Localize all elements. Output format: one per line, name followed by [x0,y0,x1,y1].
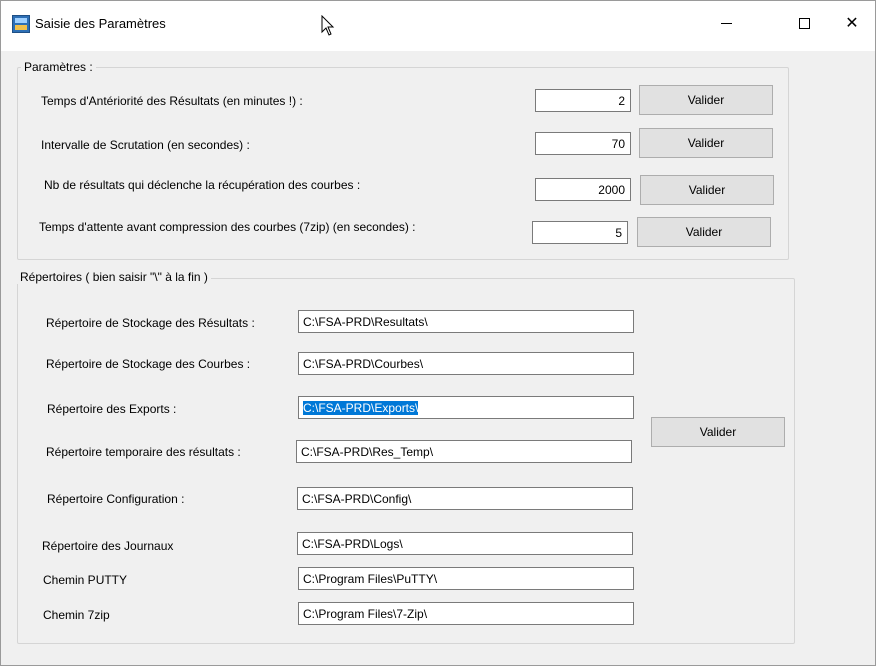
directories-validate-button[interactable]: Valider [651,417,785,447]
title-bar[interactable]: Saisie des Paramètres ✕ [1,1,875,51]
app-icon [12,15,30,33]
7zip-path-input[interactable]: C:\Program Files\7-Zip\ [298,602,634,625]
param-label-anteriority: Temps d'Antériorité des Résultats (en mi… [41,94,303,108]
results-storage-input[interactable]: C:\FSA-PRD\Resultats\ [298,310,634,333]
interval-input[interactable]: 70 [535,132,631,155]
curves-threshold-input[interactable]: 2000 [535,178,631,201]
dir-label-temp-results: Répertoire temporaire des résultats : [46,445,241,459]
maximize-button[interactable] [781,1,827,51]
minimize-icon [720,23,732,25]
window-title: Saisie des Paramètres [35,16,166,31]
interval-validate-button[interactable]: Valider [639,128,773,158]
minimize-button[interactable] [703,1,749,51]
logs-input[interactable]: C:\FSA-PRD\Logs\ [297,532,633,555]
curves-threshold-validate-button[interactable]: Valider [640,175,774,205]
dir-label-results-storage: Répertoire de Stockage des Résultats : [46,316,255,330]
mouse-cursor-icon [321,15,335,36]
dir-label-7zip: Chemin 7zip [43,608,110,622]
anteriority-validate-button[interactable]: Valider [639,85,773,115]
maximize-icon [798,18,810,30]
dir-label-logs: Répertoire des Journaux [42,539,174,553]
anteriority-input[interactable]: 2 [535,89,631,112]
param-label-compression-wait: Temps d'attente avant compression des co… [39,220,416,234]
dir-label-exports: Répertoire des Exports : [47,402,177,416]
dir-label-configuration: Répertoire Configuration : [47,492,185,506]
parameters-window: Saisie des Paramètres ✕ Paramètres : Tem… [0,0,876,666]
parameters-group-legend: Paramètres : [21,60,96,74]
param-label-curves-threshold: Nb de résultats qui déclenche la récupér… [44,178,361,192]
configuration-input[interactable]: C:\FSA-PRD\Config\ [297,487,633,510]
directories-group-legend: Répertoires ( bien saisir "\" à la fin ) [17,270,211,284]
dir-label-putty: Chemin PUTTY [43,573,128,587]
compression-wait-validate-button[interactable]: Valider [637,217,771,247]
dir-label-curves-storage: Répertoire de Stockage des Courbes : [46,357,251,371]
param-label-interval: Intervalle de Scrutation (en secondes) : [41,138,250,152]
close-icon: ✕ [845,15,859,32]
putty-path-input[interactable]: C:\Program Files\PuTTY\ [298,567,634,590]
temp-results-input[interactable]: C:\FSA-PRD\Res_Temp\ [296,440,632,463]
exports-selected-text: C:\FSA-PRD\Exports\ [303,401,419,415]
close-button[interactable]: ✕ [829,1,875,51]
exports-input[interactable]: C:\FSA-PRD\Exports\ [298,396,634,419]
curves-storage-input[interactable]: C:\FSA-PRD\Courbes\ [298,352,634,375]
compression-wait-input[interactable]: 5 [532,221,628,244]
